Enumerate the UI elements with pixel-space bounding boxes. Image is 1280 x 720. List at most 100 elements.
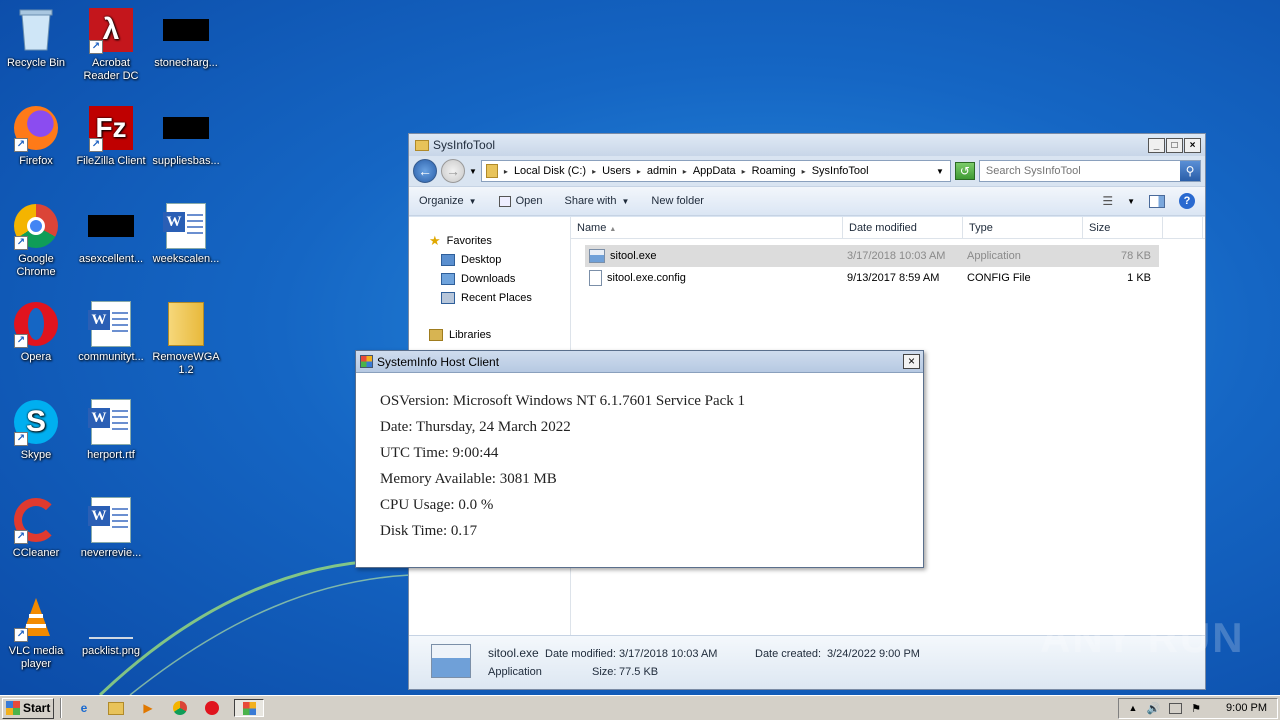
column-header-date-modified[interactable]: Date modified: [843, 217, 963, 238]
desktop-icon-stonecharg[interactable]: stonecharg...: [150, 6, 222, 70]
details-file-name: sitool.exe: [488, 646, 539, 660]
column-header-spacer: [1163, 217, 1203, 238]
watermark-logo: ANY RUN: [1040, 614, 1245, 661]
taskbar-separator: [60, 698, 62, 718]
minimize-button[interactable]: _: [1148, 137, 1165, 153]
view-options-icon[interactable]: ☰: [1102, 194, 1113, 208]
search-icon[interactable]: ⚲: [1180, 161, 1200, 181]
breadcrumb-item[interactable]: admin: [637, 165, 677, 177]
new-folder-button[interactable]: New folder: [651, 195, 704, 207]
desktop-icon-ccleaner[interactable]: ↗ CCleaner: [0, 496, 72, 560]
clock[interactable]: 9:00 PM: [1226, 702, 1267, 714]
nav-favorites[interactable]: ★ Favorites: [429, 231, 570, 250]
recent-dropdown-icon[interactable]: ▼: [469, 167, 477, 176]
address-dropdown-icon[interactable]: ▼: [936, 167, 944, 176]
desktop-icon-skype[interactable]: S ↗ Skype: [0, 398, 72, 462]
close-button[interactable]: ×: [1184, 137, 1201, 153]
chevron-down-icon[interactable]: ▼: [1127, 197, 1135, 206]
search-box[interactable]: ⚲: [978, 160, 1201, 182]
breadcrumb-item[interactable]: SysInfoTool: [802, 165, 869, 177]
open-icon: [498, 195, 511, 207]
memory-available-text: Memory Available: 3081 MB: [380, 471, 557, 487]
refresh-button[interactable]: ↺: [954, 162, 975, 180]
desktop-icon-opera[interactable]: ↗ Opera: [0, 300, 72, 364]
nav-downloads[interactable]: Downloads: [429, 269, 570, 288]
search-input[interactable]: [979, 165, 1180, 177]
taskbar-explorer-icon[interactable]: [106, 699, 126, 717]
address-bar[interactable]: Local Disk (C:) Users admin AppData Roam…: [480, 160, 951, 182]
taskbar-media-player-icon[interactable]: ▶: [138, 699, 158, 717]
desktop-icon-firefox[interactable]: ↗ Firefox: [0, 104, 72, 168]
column-header-size[interactable]: Size: [1083, 217, 1163, 238]
desktop-icon-filezilla[interactable]: Fz ↗ FileZilla Client: [75, 104, 147, 168]
app-icon: [360, 355, 373, 368]
desktop-icon-recycle-bin[interactable]: Recycle Bin: [0, 6, 72, 70]
desktop-icon-asexcellent[interactable]: asexcellent...: [75, 202, 147, 266]
desktop-icon-packlist[interactable]: packlist.png: [75, 594, 147, 658]
breadcrumb-item[interactable]: AppData: [683, 165, 736, 177]
recent-places-icon: [441, 291, 455, 304]
chevron-down-icon: ▼: [621, 196, 630, 206]
folder-icon: [415, 139, 429, 151]
column-header-name[interactable]: Name ▲: [571, 217, 843, 238]
network-icon[interactable]: [1169, 702, 1183, 714]
folder-icon: [485, 164, 498, 178]
systeminfo-dialog[interactable]: SystemInfo Host Client × OSVersion: Micr…: [355, 350, 924, 568]
forward-button[interactable]: →: [441, 159, 465, 183]
shortcut-arrow-icon: ↗: [14, 628, 28, 642]
system-tray: ▲ 🔊 ⚑ 9:00 PM: [1117, 697, 1278, 719]
desktop-icon-neverrevie[interactable]: W neverrevie...: [75, 496, 147, 560]
file-row[interactable]: sitool.exe.config 9/13/2017 8:59 AM CONF…: [585, 267, 1159, 289]
word-document-icon: W: [88, 497, 131, 543]
desktop-icon-communityt[interactable]: W communityt...: [75, 300, 147, 364]
desktop-icon-suppliesbas[interactable]: suppliesbas...: [150, 104, 222, 168]
nav-libraries[interactable]: Libraries: [429, 325, 570, 344]
redacted-icon: [163, 19, 209, 41]
shortcut-arrow-icon: ↗: [89, 40, 103, 54]
column-header-type[interactable]: Type: [963, 217, 1083, 238]
folder-icon: [168, 302, 204, 346]
shortcut-arrow-icon: ↗: [14, 236, 28, 250]
breadcrumb-item[interactable]: Users: [592, 165, 631, 177]
desktop-icon-acrobat[interactable]: λ ↗ Acrobat Reader DC: [75, 6, 147, 83]
tray-expand-icon[interactable]: ▲: [1129, 703, 1138, 713]
help-icon[interactable]: ?: [1179, 193, 1195, 209]
word-document-icon: W: [88, 301, 131, 347]
taskbar-opera-icon[interactable]: [202, 699, 222, 717]
shortcut-arrow-icon: ↗: [14, 432, 28, 446]
libraries-icon: [429, 328, 443, 341]
breadcrumb-item[interactable]: Local Disk (C:): [504, 165, 586, 177]
desktop-icon-herport[interactable]: W herport.rtf: [75, 398, 147, 462]
breadcrumb-item[interactable]: Roaming: [742, 165, 796, 177]
desktop-icon-vlc[interactable]: ↗ VLC media player: [0, 594, 72, 671]
open-button[interactable]: Open: [498, 195, 542, 207]
desktop-icon-chrome[interactable]: ↗ Google Chrome: [0, 202, 72, 279]
dialog-close-button[interactable]: ×: [903, 354, 920, 369]
desktop-icon-weekscalen[interactable]: W weekscalen...: [150, 202, 222, 266]
volume-icon[interactable]: 🔊: [1146, 702, 1160, 715]
desktop-icon-removewga[interactable]: RemoveWGA 1.2: [150, 300, 222, 377]
utc-time-text: UTC Time: 9:00:44: [380, 445, 499, 461]
nav-recent-places[interactable]: Recent Places: [429, 288, 570, 307]
back-button[interactable]: ←: [413, 159, 437, 183]
taskbar-ie-icon[interactable]: e: [74, 699, 94, 717]
preview-pane-icon[interactable]: [1149, 194, 1165, 208]
taskbar: Start e ▶ ▲ 🔊 ⚑ 9:00 PM: [0, 695, 1280, 720]
share-with-button[interactable]: Share with ▼: [564, 195, 629, 207]
nav-desktop[interactable]: Desktop: [429, 250, 570, 269]
taskbar-systeminfo-icon[interactable]: [234, 699, 264, 717]
action-center-flag-icon[interactable]: ⚑: [1191, 702, 1201, 715]
dialog-titlebar[interactable]: SystemInfo Host Client ×: [356, 351, 923, 373]
chevron-down-icon: ▼: [468, 196, 477, 206]
explorer-titlebar[interactable]: SysInfoTool _ □ ×: [409, 134, 1205, 156]
shortcut-arrow-icon: ↗: [14, 530, 28, 544]
redacted-icon: [88, 215, 134, 237]
taskbar-chrome-icon[interactable]: [170, 699, 190, 717]
maximize-button[interactable]: □: [1166, 137, 1183, 153]
file-row[interactable]: sitool.exe 3/17/2018 10:03 AM Applicatio…: [585, 245, 1159, 267]
start-button[interactable]: Start: [2, 697, 54, 719]
organize-button[interactable]: Organize ▼: [419, 195, 477, 207]
application-icon: [589, 249, 605, 263]
config-file-icon: [589, 270, 602, 286]
word-document-icon: W: [163, 203, 206, 249]
